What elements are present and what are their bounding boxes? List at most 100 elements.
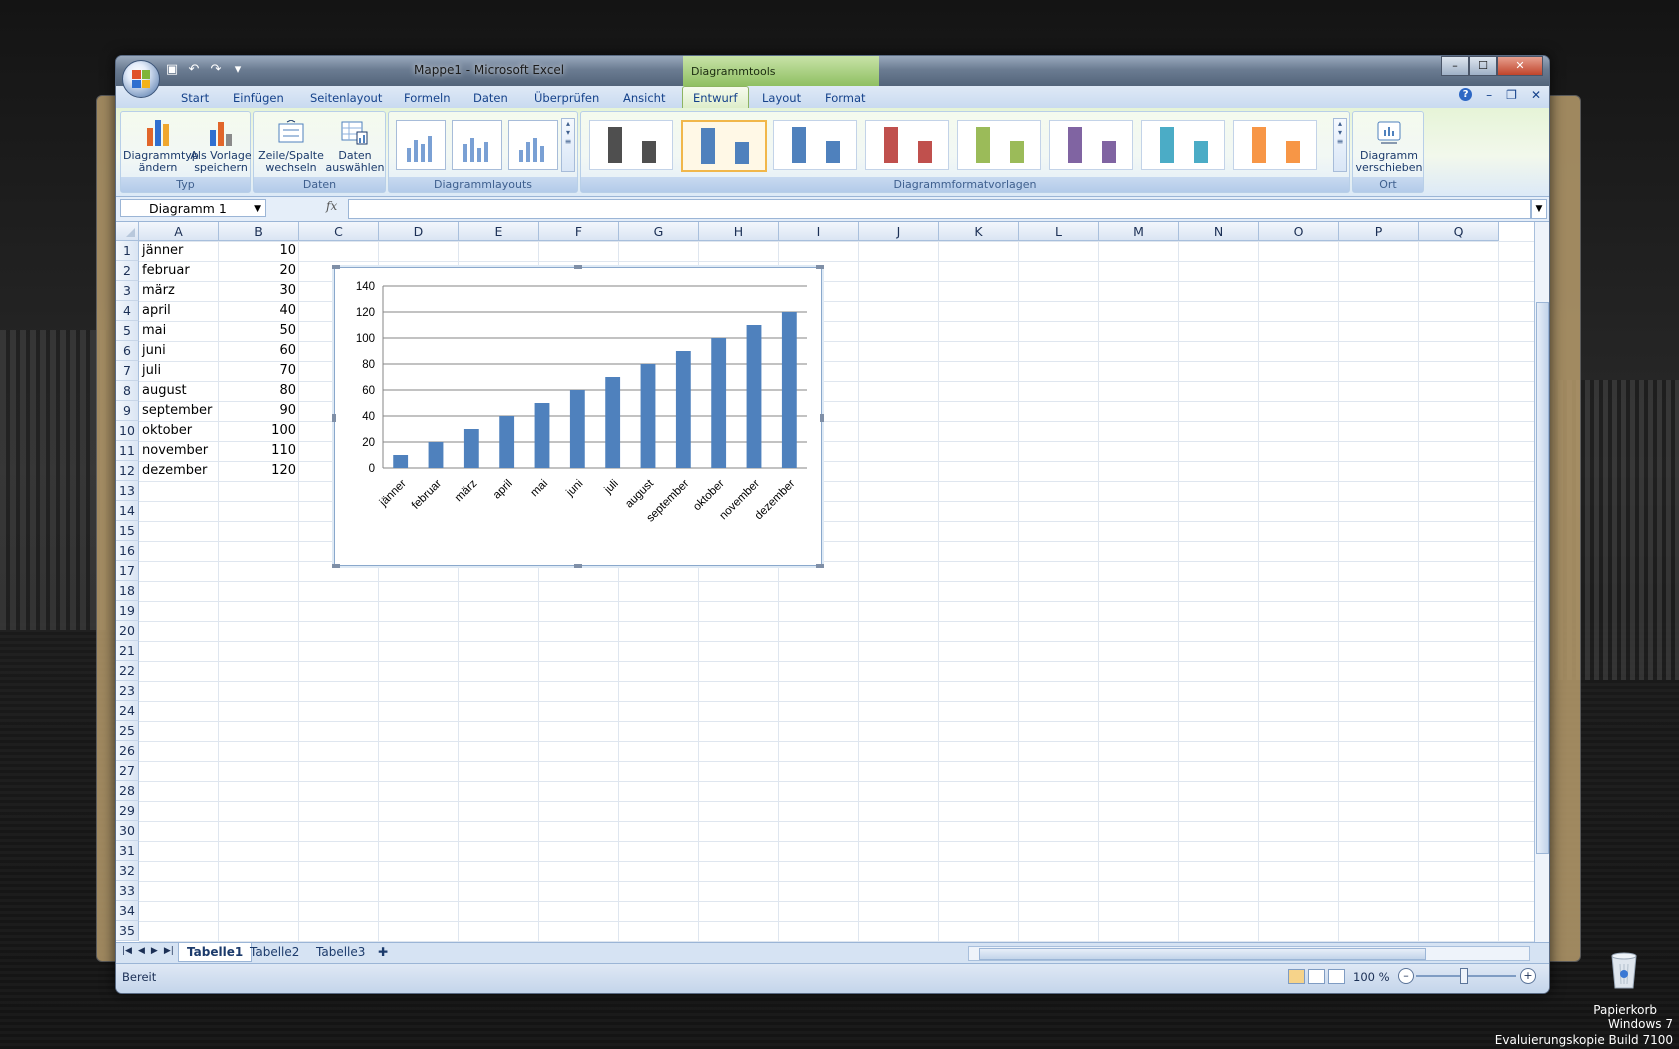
minimize-button[interactable]: –: [1441, 56, 1469, 76]
ribbon-close-icon[interactable]: ✕: [1531, 88, 1541, 102]
tab-ueberpruefen[interactable]: Überprüfen: [534, 88, 599, 108]
name-box[interactable]: Diagramm 1 ▼: [120, 199, 266, 217]
row-header-17[interactable]: 17: [116, 561, 139, 581]
row-header-27[interactable]: 27: [116, 761, 139, 781]
row-header-25[interactable]: 25: [116, 721, 139, 741]
cell-b1[interactable]: 10: [219, 241, 296, 261]
row-header-21[interactable]: 21: [116, 641, 139, 661]
cell-a11[interactable]: november: [142, 441, 208, 461]
tab-daten[interactable]: Daten: [473, 88, 508, 108]
save-icon[interactable]: ▣: [164, 62, 180, 77]
resize-handle-top[interactable]: [574, 265, 582, 269]
ribbon-restore-icon[interactable]: ❐: [1506, 88, 1517, 102]
save-as-template-button[interactable]: Als Vorlage speichern: [189, 116, 253, 174]
row-header-34[interactable]: 34: [116, 901, 139, 921]
tab-ansicht[interactable]: Ansicht: [623, 88, 665, 108]
normal-view-icon[interactable]: [1288, 969, 1305, 984]
help-icon[interactable]: ?: [1459, 88, 1473, 101]
tab-einfuegen[interactable]: Einfügen: [233, 88, 284, 108]
tab-entwurf[interactable]: Entwurf: [682, 86, 749, 109]
switch-row-column-button[interactable]: Zeile/Spalte wechseln: [256, 116, 326, 174]
recycle-bin-icon[interactable]: [1607, 950, 1641, 990]
chart-style-6[interactable]: [1049, 120, 1133, 170]
resize-handle-bottom-right[interactable]: [816, 564, 824, 568]
row-header-33[interactable]: 33: [116, 881, 139, 901]
cell-b6[interactable]: 60: [219, 341, 296, 361]
redo-icon[interactable]: ↷: [208, 62, 224, 77]
select-data-button[interactable]: Daten auswählen: [324, 116, 386, 174]
row-header-31[interactable]: 31: [116, 841, 139, 861]
horizontal-scroll-thumb[interactable]: [979, 948, 1426, 960]
cell-b12[interactable]: 120: [219, 461, 296, 481]
move-chart-button[interactable]: Diagramm verschieben: [1355, 116, 1423, 174]
cell-b10[interactable]: 100: [219, 421, 296, 441]
row-header-6[interactable]: 6: [116, 341, 139, 361]
chart-object[interactable]: 0 20 40 60 80 100 120 140 jänner februar märz april…: [332, 265, 824, 568]
row-header-14[interactable]: 14: [116, 501, 139, 521]
vertical-scroll-thumb[interactable]: [1536, 302, 1549, 854]
office-button[interactable]: [122, 60, 160, 98]
select-all-button[interactable]: [116, 222, 139, 241]
resize-handle-top-right[interactable]: [816, 265, 824, 269]
tab-format[interactable]: Format: [825, 88, 866, 108]
page-break-view-icon[interactable]: [1328, 969, 1345, 984]
change-chart-type-button[interactable]: Diagrammtyp ändern: [123, 116, 199, 174]
cell-a3[interactable]: märz: [142, 281, 175, 301]
page-layout-view-icon[interactable]: [1308, 969, 1325, 984]
row-header-8[interactable]: 8: [116, 381, 139, 401]
tab-formeln[interactable]: Formeln: [404, 88, 451, 108]
row-header-29[interactable]: 29: [116, 801, 139, 821]
row-header-28[interactable]: 28: [116, 781, 139, 801]
customize-qat-icon[interactable]: ▾: [230, 62, 246, 77]
chart-style-3[interactable]: [773, 120, 857, 170]
row-header-10[interactable]: 10: [116, 421, 139, 441]
cell-a1[interactable]: jänner: [142, 241, 183, 261]
cell-b2[interactable]: 20: [219, 261, 296, 281]
row-header-3[interactable]: 3: [116, 281, 139, 301]
sheet-tab-tabelle3[interactable]: Tabelle3: [308, 943, 373, 961]
chart-style-8[interactable]: [1233, 120, 1317, 170]
row-header-4[interactable]: 4: [116, 301, 139, 321]
column-header-m[interactable]: M: [1099, 222, 1179, 241]
cell-b3[interactable]: 30: [219, 281, 296, 301]
chart-style-4[interactable]: [865, 120, 949, 170]
resize-handle-top-left[interactable]: [332, 265, 340, 269]
undo-icon[interactable]: ↶: [186, 62, 202, 77]
row-header-19[interactable]: 19: [116, 601, 139, 621]
row-header-13[interactable]: 13: [116, 481, 139, 501]
row-header-11[interactable]: 11: [116, 441, 139, 461]
column-header-c[interactable]: C: [299, 222, 379, 241]
row-header-24[interactable]: 24: [116, 701, 139, 721]
prev-sheet-icon[interactable]: ◀: [138, 946, 145, 956]
chart-layout-1[interactable]: [396, 120, 446, 170]
insert-sheet-icon[interactable]: ✚: [370, 943, 396, 961]
cell-a8[interactable]: august: [142, 381, 187, 401]
resize-handle-bottom[interactable]: [574, 564, 582, 568]
resize-handle-right[interactable]: [820, 414, 824, 422]
cell-b11[interactable]: 110: [219, 441, 296, 461]
row-header-32[interactable]: 32: [116, 861, 139, 881]
worksheet-grid[interactable]: A B C D E F G H I J K L M N O P Q 1 2 3 4 5 6 7 8 9 10 11 12 13 14 15 16…: [116, 222, 1534, 942]
cell-b8[interactable]: 80: [219, 381, 296, 401]
row-header-15[interactable]: 15: [116, 521, 139, 541]
formula-input[interactable]: [348, 199, 1531, 219]
row-header-12[interactable]: 12: [116, 461, 139, 481]
ribbon-minimize-icon[interactable]: –: [1486, 88, 1492, 102]
row-header-5[interactable]: 5: [116, 321, 139, 341]
row-header-2[interactable]: 2: [116, 261, 139, 281]
tab-start[interactable]: Start: [181, 88, 209, 108]
column-header-p[interactable]: P: [1339, 222, 1419, 241]
last-sheet-icon[interactable]: ▶|: [164, 946, 174, 956]
cell-a4[interactable]: april: [142, 301, 171, 321]
style-gallery-scroll[interactable]: ▴ ▾ ≡: [1333, 118, 1347, 172]
cell-a5[interactable]: mai: [142, 321, 166, 341]
column-header-o[interactable]: O: [1259, 222, 1339, 241]
title-bar[interactable]: ▣ ↶ ↷ ▾ Mappe1 - Microsoft Excel Diagram…: [116, 56, 1549, 86]
row-header-23[interactable]: 23: [116, 681, 139, 701]
close-button[interactable]: ✕: [1497, 56, 1543, 76]
zoom-in-button[interactable]: +: [1520, 968, 1536, 984]
cell-b9[interactable]: 90: [219, 401, 296, 421]
horizontal-scrollbar[interactable]: [968, 946, 1530, 961]
vertical-scrollbar[interactable]: [1534, 222, 1549, 942]
maximize-button[interactable]: ☐: [1469, 56, 1497, 76]
